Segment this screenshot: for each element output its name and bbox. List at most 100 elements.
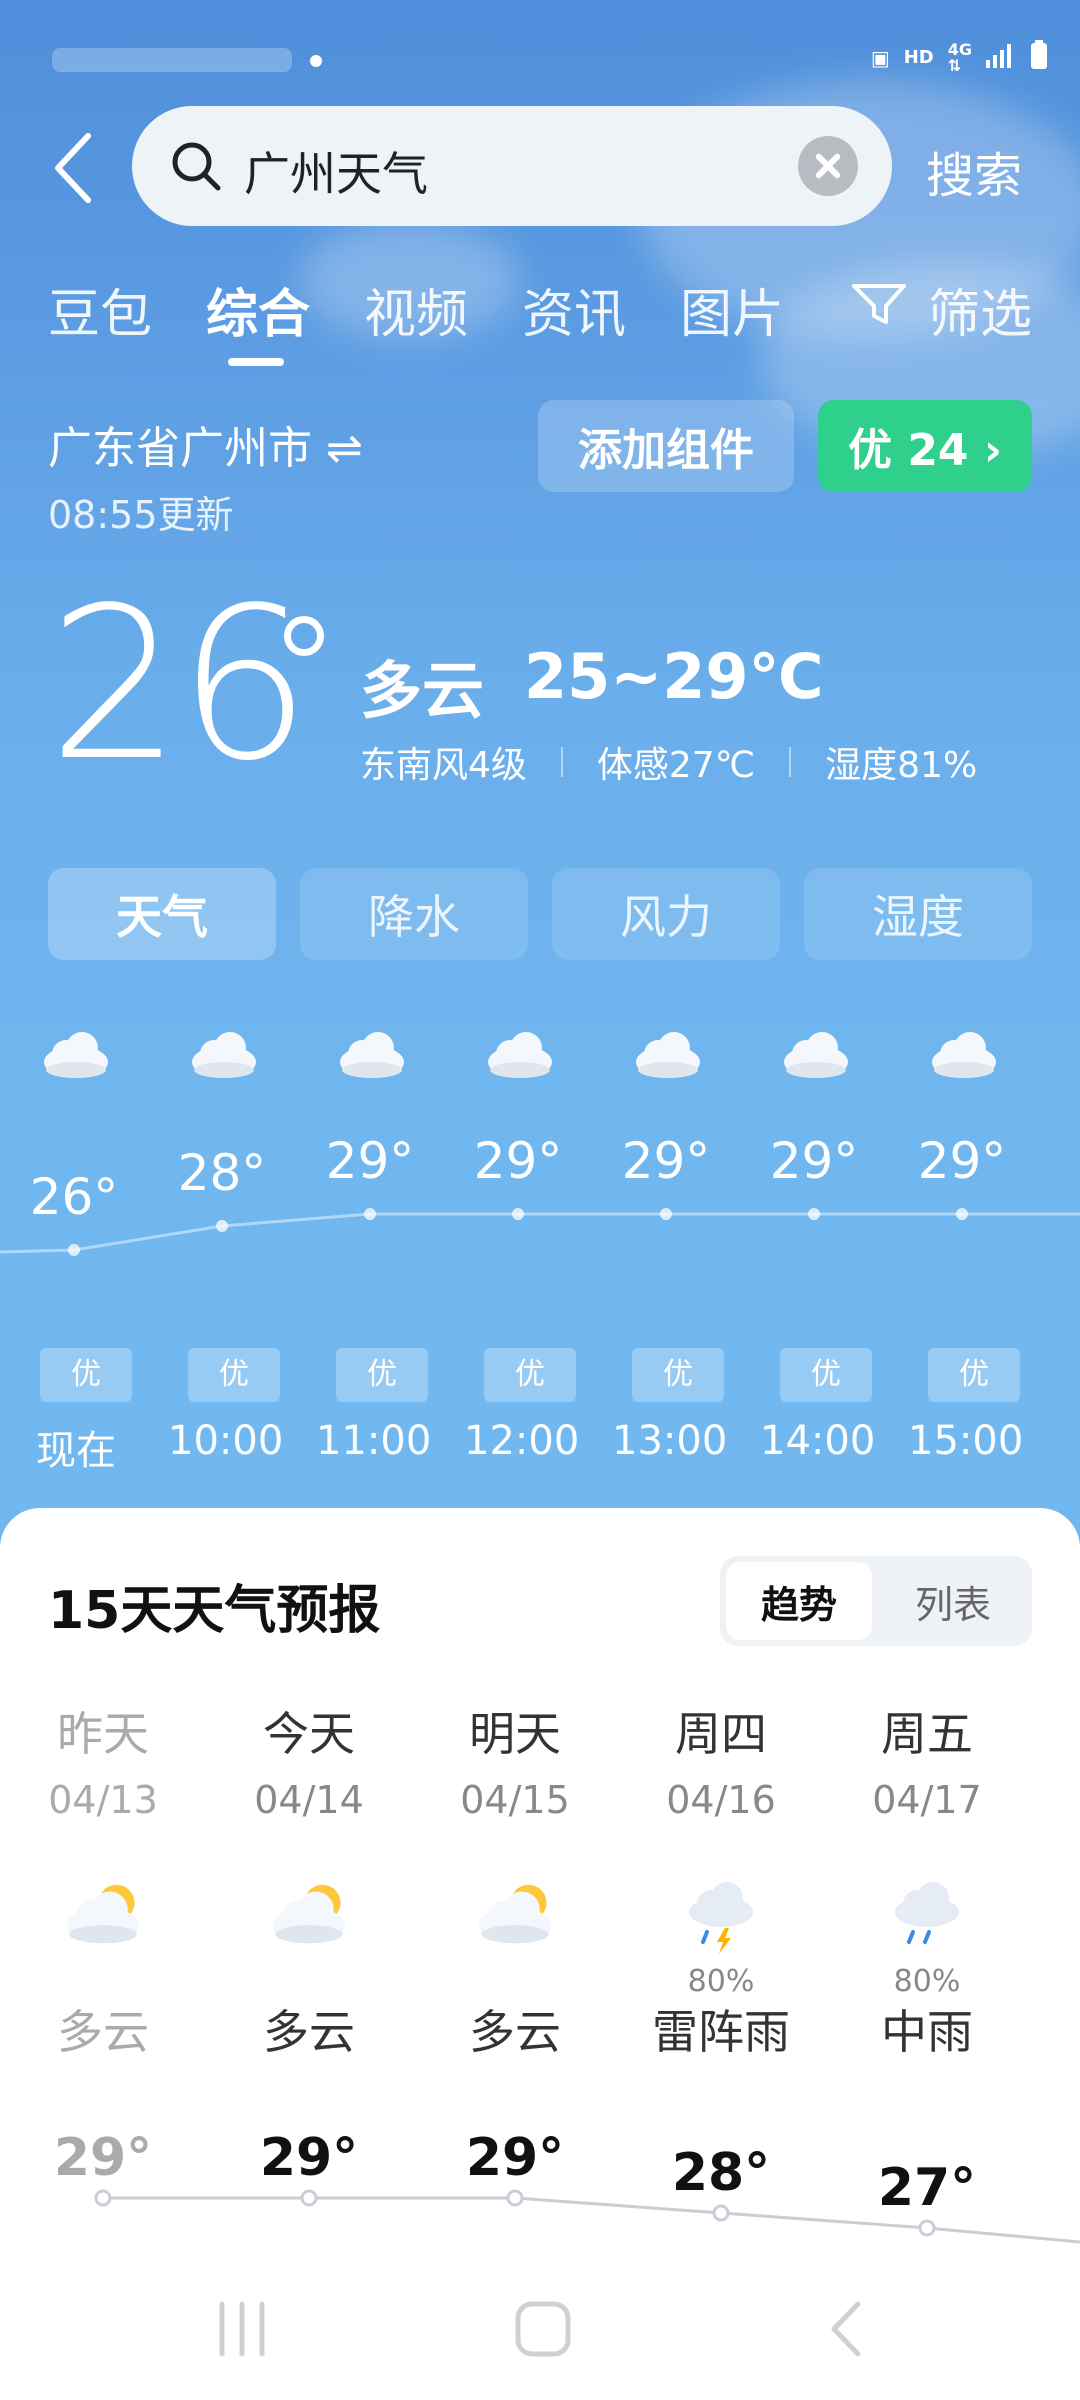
tab-filter[interactable]: 筛选 — [928, 272, 1032, 347]
hourly-time: 15:00 — [908, 1418, 1024, 1464]
day-date: 04/17 — [872, 1778, 982, 1822]
search-icon — [172, 142, 221, 191]
day-date: 04/16 — [666, 1778, 776, 1822]
day-name: 周四 — [675, 1707, 767, 1761]
search-query-text: 广州天气 — [244, 147, 428, 201]
system-navigation-bar — [0, 2280, 1080, 2380]
network-4g-icon: 4G ⇅ — [947, 39, 972, 75]
hourly-time: 10:00 — [168, 1418, 284, 1464]
day-condition: 多云 — [469, 2005, 561, 2059]
hourly-aqi-badge: 优 — [484, 1348, 576, 1402]
clear-search-icon[interactable] — [798, 136, 858, 196]
day-name: 昨天 — [57, 1707, 149, 1761]
hourly-temp-label: 29° — [769, 1132, 859, 1190]
hourly-temp-label: 29° — [473, 1132, 563, 1190]
hourly-time: 14:00 — [760, 1418, 876, 1464]
metric-segment: 天气 降水 风力 湿度 — [48, 868, 1032, 960]
current-details: 东南风4级 体感27℃ 湿度81% — [360, 736, 977, 788]
forecast-day[interactable]: 周五 04/17 80% 中雨 27° — [824, 1698, 1030, 2218]
notification-dot — [310, 55, 322, 67]
tab-all[interactable]: 综合 — [206, 272, 310, 347]
add-widget-button[interactable]: 添加组件 — [538, 400, 794, 492]
day-high-temp: 29° — [259, 2128, 359, 2188]
search-input[interactable]: 广州天气 — [132, 106, 892, 226]
hourly-aqi-badge: 优 — [40, 1348, 132, 1402]
partly-cloudy-icon — [470, 1878, 560, 1958]
wind-info: 东南风4级 — [360, 745, 527, 786]
trend-view-button[interactable]: 趋势 — [726, 1562, 872, 1640]
feels-like: 体感27℃ — [596, 745, 756, 786]
status-bar: ▣ HD 4G ⇅ — [0, 40, 1080, 80]
cloudy-icon — [480, 1020, 560, 1084]
day-name: 今天 — [263, 1707, 355, 1761]
day-condition: 多云 — [57, 2005, 149, 2059]
forecast-day[interactable]: 周四 04/16 80% 雷阵雨 28° — [618, 1698, 824, 2203]
tab-video[interactable]: 视频 — [364, 272, 468, 347]
hourly-temp-label: 29° — [621, 1132, 711, 1190]
list-view-button[interactable]: 列表 — [880, 1562, 1026, 1640]
temperature-range: 25~29℃ — [524, 640, 824, 713]
cloudy-icon — [184, 1020, 264, 1084]
active-tab-indicator — [228, 358, 284, 366]
hourly-aqi-badge: 优 — [928, 1348, 1020, 1402]
signal-icon — [986, 42, 1016, 73]
search-button[interactable]: 搜索 — [926, 136, 1022, 206]
tab-news[interactable]: 资讯 — [522, 272, 626, 347]
recent-apps-icon[interactable] — [219, 2301, 265, 2357]
hourly-aqi-badge: 优 — [632, 1348, 724, 1402]
thunderstorm-icon — [676, 1878, 766, 1958]
rain-icon — [882, 1878, 972, 1958]
current-condition: 多云 — [360, 654, 485, 727]
partly-cloudy-icon — [58, 1878, 148, 1958]
hourly-temp-label: 29° — [325, 1132, 415, 1190]
hourly-temp-label: 26° — [29, 1168, 119, 1226]
day-high-temp: 27° — [877, 2158, 977, 2218]
hourly-time: 12:00 — [464, 1418, 580, 1464]
segment-precipitation[interactable]: 降水 — [300, 868, 528, 960]
day-condition: 雷阵雨 — [652, 2005, 790, 2059]
tab-doubao[interactable]: 豆包 — [48, 272, 152, 347]
hd-icon: HD — [903, 47, 934, 68]
hourly-aqi-badge: 优 — [336, 1348, 428, 1402]
humidity-info: 湿度81% — [825, 745, 978, 786]
hourly-time: 11:00 — [316, 1418, 432, 1464]
forecast-day[interactable]: 今天 04/14 多云 29° — [206, 1698, 412, 2188]
day-name: 周五 — [881, 1707, 973, 1761]
carrier-name — [52, 48, 292, 72]
air-quality-badge[interactable]: 优 24 › — [818, 400, 1032, 492]
update-time: 08:55更新 — [48, 493, 234, 537]
battery-icon — [1030, 40, 1048, 75]
cloudy-icon — [36, 1020, 116, 1084]
degree-symbol — [284, 616, 324, 656]
tab-images[interactable]: 图片 — [680, 272, 784, 347]
back-button[interactable] — [48, 128, 98, 208]
cloudy-icon — [776, 1020, 856, 1084]
home-icon[interactable] — [515, 2301, 571, 2357]
day-date: 04/14 — [254, 1778, 364, 1822]
segment-weather[interactable]: 天气 — [48, 868, 276, 960]
hourly-forecast[interactable]: 26° 优现在 28° 优 10:00 29° 优 11:00 29° 优 12:00 29°… — [0, 1010, 1080, 1490]
day-condition: 多云 — [263, 2005, 355, 2059]
partly-cloudy-icon — [264, 1878, 354, 1958]
hourly-time: 13:00 — [612, 1418, 728, 1464]
forecast-day[interactable]: 昨天 04/13 多云 29° — [0, 1698, 206, 2188]
category-tabs: 豆包 综合 视频 资讯 图片 筛选 — [0, 272, 1080, 372]
back-nav-icon[interactable] — [831, 2301, 861, 2357]
view-toggle: 趋势 列表 — [720, 1556, 1032, 1646]
precip-chance: 80% — [687, 1964, 755, 1999]
hourly-temp-label: 29° — [917, 1132, 1007, 1190]
hourly-temp-label: 28° — [177, 1144, 267, 1202]
day-condition: 中雨 — [881, 2005, 973, 2059]
day-high-temp: 28° — [671, 2143, 771, 2203]
cloudy-icon — [628, 1020, 708, 1084]
forecast-day[interactable]: 明天 04/15 多云 29° — [412, 1698, 618, 2188]
hourly-aqi-badge: 优 — [188, 1348, 280, 1402]
day-date: 04/13 — [48, 1778, 158, 1822]
location-switch[interactable]: 广东省广州市 ⇌ — [48, 412, 363, 476]
cloudy-icon — [332, 1020, 412, 1084]
filter-icon — [852, 284, 906, 324]
day-high-temp: 29° — [53, 2128, 153, 2188]
segment-wind[interactable]: 风力 — [552, 868, 780, 960]
segment-humidity[interactable]: 湿度 — [804, 868, 1032, 960]
day-high-temp: 29° — [465, 2128, 565, 2188]
